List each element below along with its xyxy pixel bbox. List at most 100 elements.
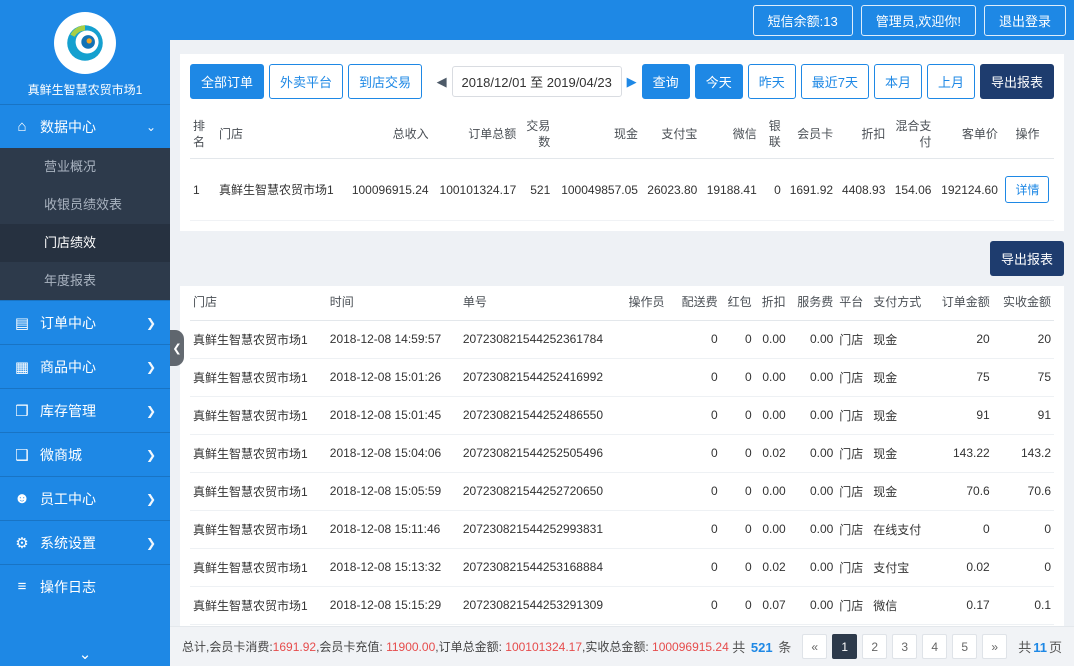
page-count: 11	[1033, 640, 1047, 655]
sidebar-item-label: 商品中心	[40, 358, 96, 375]
detail-col-header: 配送费	[673, 286, 721, 321]
log-icon: ≡	[17, 578, 27, 595]
sidebar-item-system-settings[interactable]: ⚙ 系统设置 ❯	[0, 520, 170, 564]
detail-cell: 门店	[836, 396, 871, 435]
detail-cell: 207230821544253168884	[459, 548, 626, 587]
export-report-button-top[interactable]: 导出报表	[979, 64, 1054, 99]
detail-cell: 0	[673, 586, 721, 625]
detail-cell: 0.1	[992, 586, 1054, 625]
sidebar-item-inventory-management[interactable]: ❒ 库存管理 ❯	[0, 388, 170, 432]
sidebar-item-micro-mall[interactable]: ❑ 微商城 ❯	[0, 432, 170, 476]
detail-cell: 20	[992, 320, 1054, 359]
total-label: ,实收总金额:	[582, 640, 653, 654]
sidebar-item-staff-center[interactable]: ☻ 员工中心 ❯	[0, 476, 170, 520]
detail-cell: 现金	[870, 396, 932, 435]
detail-col-header: 单号	[459, 286, 626, 321]
submenu-item-store-performance[interactable]: 门店绩效	[0, 224, 170, 262]
page-button-1[interactable]: 1	[832, 634, 858, 659]
detail-cell: 207230821544252720650	[459, 472, 626, 511]
sidebar-item-operation-log[interactable]: ≡ 操作日志	[0, 564, 170, 608]
detail-col-header: 平台	[836, 286, 871, 321]
total-label: ,会员卡充值:	[316, 640, 387, 654]
page-button-4[interactable]: 4	[922, 634, 948, 659]
submenu-item-annual-report[interactable]: 年度报表	[0, 262, 170, 300]
sidebar-item-product-center[interactable]: ▦ 商品中心 ❯	[0, 344, 170, 388]
sms-balance: 短信余额:13	[752, 4, 853, 36]
detail-cell: 真鲜生智慧农贸市场1	[190, 586, 327, 625]
sidebar-collapse-handle[interactable]: ❮	[170, 330, 184, 366]
detail-col-header: 服务费	[788, 286, 837, 321]
logout-button[interactable]: 退出登录	[983, 4, 1066, 36]
next-date-arrow-icon[interactable]: ▶	[627, 74, 637, 90]
summary-header-row: 排名 门店 总收入 订单总额 交易数 现金 支付宝 微信 银联 会员卡 折扣 混合支付 客单价 操作	[190, 111, 1054, 160]
quick-today[interactable]: 今天	[694, 64, 743, 99]
main-area: 短信余额:13 管理员,欢迎你! 退出登录 全部订单外卖平台到店交易 ◀ ▶ 查…	[170, 0, 1074, 666]
detail-cell: 0	[720, 396, 755, 435]
detail-cell: 207230821544252416992	[459, 358, 626, 397]
sidebar-item-order-center[interactable]: ▤ 订单中心 ❯	[0, 300, 170, 344]
detail-cell: 207230821544253291309	[459, 586, 626, 625]
page-button-2[interactable]: 2	[862, 634, 888, 659]
quick-yesterday[interactable]: 昨天	[747, 64, 796, 99]
logo	[54, 12, 116, 74]
sidebar-item-data-center[interactable]: ⌂ 数据中心 ⌄	[0, 104, 170, 148]
detail-cell: 20	[931, 320, 993, 359]
detail-cell: 门店	[836, 358, 871, 397]
tab-all-orders[interactable]: 全部订单	[190, 64, 265, 99]
detail-row: 真鲜生智慧农贸市场1 2018-12-08 15:01:45 20723082154…	[190, 396, 1054, 435]
submenu-item-business-overview[interactable]: 营业概况	[0, 148, 170, 186]
detail-cell: 0.00	[754, 320, 789, 359]
detail-cell: 207230821544252361784	[459, 320, 626, 359]
detail-cell: 0.00	[788, 510, 837, 549]
detail-cell: 0	[992, 510, 1054, 549]
quick-last-month[interactable]: 上月	[926, 64, 975, 99]
sidebar-scroll-chevron-down-icon[interactable]: ⌄	[0, 646, 170, 666]
filter-row: 全部订单外卖平台到店交易 ◀ ▶ 查询 今天昨天最近7天本月上月 导出报表	[190, 64, 1054, 99]
footer-bar: 总计,会员卡消费:1691.92,会员卡充值: 11900.00,订单总金额: …	[170, 626, 1074, 666]
detail-row: 真鲜生智慧农贸市场1 2018-12-08 15:15:29 20723082154…	[190, 586, 1054, 625]
prev-page-button[interactable]: «	[802, 634, 828, 659]
tab-takeout-platform[interactable]: 外卖平台	[269, 64, 344, 99]
detail-cell: 真鲜生智慧农贸市场1	[190, 510, 327, 549]
detail-cell: 0	[720, 510, 755, 549]
detail-cell: 0	[720, 320, 755, 359]
detail-cell: 207230821544252486550	[459, 396, 626, 435]
chevron-down-icon: ⌄	[145, 119, 156, 134]
detail-cell: 现金	[870, 472, 932, 511]
summary-cell: 100101324.17	[431, 158, 520, 222]
detail-cell: 微信	[870, 586, 932, 625]
quick-range-buttons: 今天 昨天 最近7天 本月 上月	[694, 64, 975, 99]
summary-col-header: 混合支付	[888, 111, 935, 160]
detail-cell	[625, 472, 674, 511]
detail-cell: 0	[720, 434, 755, 473]
detail-cell: 2018-12-08 15:11:46	[326, 510, 460, 549]
detail-col-header: 折扣	[754, 286, 789, 321]
summary-col-header: 折扣	[836, 111, 889, 160]
submenu-item-cashier-performance[interactable]: 收银员绩效表	[0, 186, 170, 224]
chevron-right-icon: ❯	[145, 491, 156, 506]
next-page-button[interactable]: »	[982, 634, 1008, 659]
prev-date-arrow-icon[interactable]: ◀	[437, 74, 447, 90]
date-range-input[interactable]	[451, 66, 622, 97]
detail-cell: 真鲜生智慧农贸市场1	[190, 396, 327, 435]
detail-button[interactable]: 详情	[1005, 176, 1050, 204]
query-button[interactable]: 查询	[641, 64, 690, 99]
summary-cell: 26023.80	[640, 158, 701, 222]
detail-cell	[625, 510, 674, 549]
tab-in-store-trade[interactable]: 到店交易	[348, 64, 423, 99]
detail-cell	[625, 396, 674, 435]
quick-this-month[interactable]: 本月	[873, 64, 922, 99]
detail-cell: 0.00	[788, 320, 837, 359]
detail-cell: 143.2	[992, 434, 1054, 473]
detail-cell: 0	[992, 548, 1054, 587]
inventory-icon: ❒	[15, 402, 29, 420]
quick-last-7-days[interactable]: 最近7天	[800, 64, 869, 99]
detail-row: 真鲜生智慧农贸市场1 2018-12-08 15:11:46 20723082154…	[190, 510, 1054, 549]
chevron-right-icon: ❯	[145, 403, 156, 418]
detail-cell: 2018-12-08 15:01:26	[326, 358, 460, 397]
page-button-3[interactable]: 3	[892, 634, 918, 659]
export-report-button-bottom[interactable]: 导出报表	[989, 241, 1064, 277]
sidebar-item-label: 操作日志	[40, 578, 96, 595]
detail-cell: 2018-12-08 15:05:59	[326, 472, 460, 511]
page-button-5[interactable]: 5	[952, 634, 978, 659]
